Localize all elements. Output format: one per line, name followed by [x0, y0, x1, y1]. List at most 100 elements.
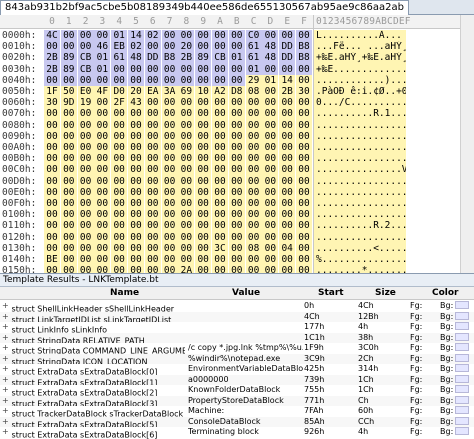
hex-byte[interactable]: 00: [44, 175, 60, 188]
hex-byte[interactable]: 00: [262, 242, 279, 255]
hex-row-text[interactable]: ...............V.1: [314, 164, 406, 177]
hex-byte[interactable]: 01: [262, 74, 279, 87]
hex-byte[interactable]: 00: [228, 254, 245, 266]
hex-row-text[interactable]: %...............: [314, 254, 406, 266]
hex-byte[interactable]: 00: [111, 164, 128, 177]
hex-byte[interactable]: 00: [228, 41, 245, 54]
hex-byte[interactable]: 00: [128, 74, 144, 87]
hex-byte[interactable]: 00: [77, 130, 94, 143]
hex-byte[interactable]: 00: [228, 97, 245, 110]
color-swatch[interactable]: [455, 385, 469, 393]
hex-byte[interactable]: 00: [161, 186, 178, 199]
hex-byte[interactable]: 00: [128, 242, 144, 255]
hex-byte[interactable]: 00: [228, 164, 245, 177]
hex-byte[interactable]: 00: [94, 142, 111, 154]
hex-byte[interactable]: 00: [212, 30, 228, 42]
hex-row-text[interactable]: ................: [314, 130, 406, 143]
hex-byte[interactable]: 00: [228, 108, 245, 121]
hex-byte[interactable]: 00: [212, 198, 228, 210]
hex-byte[interactable]: 00: [128, 231, 144, 244]
hex-byte[interactable]: 00: [279, 186, 296, 199]
hex-byte[interactable]: 00: [94, 130, 111, 143]
hex-byte[interactable]: 00: [128, 108, 144, 121]
hex-byte[interactable]: 00: [296, 231, 312, 244]
hex-byte[interactable]: 00: [178, 220, 195, 233]
hex-byte[interactable]: 00: [60, 231, 77, 244]
hex-byte[interactable]: 00: [111, 186, 128, 199]
hex-byte[interactable]: 00: [279, 63, 296, 76]
hex-byte[interactable]: 00: [77, 108, 94, 121]
hex-byte[interactable]: 00: [195, 108, 212, 121]
hex-byte[interactable]: 00: [279, 265, 296, 273]
hex-byte[interactable]: 00: [44, 242, 60, 255]
hex-byte[interactable]: 00: [161, 231, 178, 244]
hex-byte[interactable]: 00: [195, 220, 212, 233]
hex-byte[interactable]: 00: [60, 198, 77, 210]
hex-byte[interactable]: 00: [77, 30, 94, 42]
hex-byte[interactable]: 00: [212, 186, 228, 199]
hex-byte[interactable]: 00: [77, 153, 94, 166]
hex-byte[interactable]: 46: [94, 41, 111, 54]
template-row[interactable]: + struct ExtraData sExtraDataBlock[3] Pro…: [0, 395, 474, 408]
hex-byte[interactable]: 89: [60, 63, 77, 76]
hex-vertical-scrollbar[interactable]: [460, 15, 474, 273]
hex-byte[interactable]: DD: [279, 52, 296, 65]
expand-icon[interactable]: +: [2, 385, 9, 396]
hex-byte[interactable]: 2F: [111, 97, 128, 110]
hex-byte[interactable]: 00: [245, 97, 262, 110]
hex-byte[interactable]: CB: [77, 63, 94, 76]
hex-row-text[interactable]: ................: [314, 119, 406, 132]
hex-byte[interactable]: 00: [262, 119, 279, 132]
hex-byte[interactable]: 00: [279, 30, 296, 42]
hex-byte[interactable]: 00: [296, 220, 312, 233]
hex-byte[interactable]: D8: [228, 86, 245, 98]
hex-row-text[interactable]: ..........<.....ï: [314, 242, 406, 255]
hex-byte[interactable]: 00: [212, 231, 228, 244]
hex-byte[interactable]: 00: [245, 186, 262, 199]
hex-byte[interactable]: 00: [212, 220, 228, 233]
color-swatch[interactable]: [455, 416, 469, 425]
hex-byte[interactable]: 00: [178, 242, 195, 255]
hex-byte[interactable]: EB: [111, 41, 128, 54]
hex-byte[interactable]: 61: [245, 41, 262, 54]
hex-byte[interactable]: 00: [144, 242, 161, 255]
hex-byte[interactable]: 00: [195, 175, 212, 188]
hex-byte[interactable]: C0: [245, 30, 262, 42]
hex-byte[interactable]: 00: [144, 265, 161, 273]
hex-byte[interactable]: 00: [296, 74, 312, 87]
hex-byte[interactable]: 00: [296, 142, 312, 154]
hex-byte[interactable]: 00: [195, 164, 212, 177]
hex-byte[interactable]: 00: [44, 186, 60, 199]
hex-byte[interactable]: 02: [128, 41, 144, 54]
hex-byte[interactable]: 00: [245, 198, 262, 210]
hex-byte[interactable]: 14: [279, 74, 296, 87]
hex-byte[interactable]: 00: [279, 153, 296, 166]
hex-byte[interactable]: 00: [144, 130, 161, 143]
hex-byte[interactable]: 00: [262, 30, 279, 42]
hex-byte[interactable]: 00: [228, 153, 245, 166]
hex-byte[interactable]: 00: [296, 97, 312, 110]
hex-byte[interactable]: 00: [111, 175, 128, 188]
hex-byte[interactable]: 30: [44, 97, 60, 110]
hex-byte[interactable]: 20: [128, 86, 144, 98]
hex-byte[interactable]: 19: [77, 97, 94, 110]
hex-byte[interactable]: 00: [77, 74, 94, 87]
hex-byte[interactable]: 00: [77, 220, 94, 233]
hex-byte[interactable]: 00: [60, 119, 77, 132]
hex-byte[interactable]: 48: [128, 52, 144, 65]
hex-row-text[interactable]: ................: [314, 231, 406, 244]
hex-byte[interactable]: 00: [60, 164, 77, 177]
hex-byte[interactable]: 00: [77, 209, 94, 222]
hex-byte[interactable]: 00: [228, 209, 245, 222]
hex-byte[interactable]: 43: [128, 97, 144, 110]
template-row[interactable]: + struct TrackerDataBlock sTrackerDataBl…: [0, 406, 474, 419]
template-row[interactable]: + struct LinkTargetIDList sLinkTargetIDL…: [0, 311, 474, 324]
hex-byte[interactable]: 00: [212, 142, 228, 154]
hex-byte[interactable]: 00: [94, 220, 111, 233]
hex-byte[interactable]: 00: [212, 41, 228, 54]
hex-byte[interactable]: 00: [178, 254, 195, 266]
hex-byte[interactable]: 00: [94, 164, 111, 177]
hex-byte[interactable]: 00: [195, 198, 212, 210]
hex-byte[interactable]: 00: [279, 142, 296, 154]
hex-byte[interactable]: 00: [245, 175, 262, 188]
